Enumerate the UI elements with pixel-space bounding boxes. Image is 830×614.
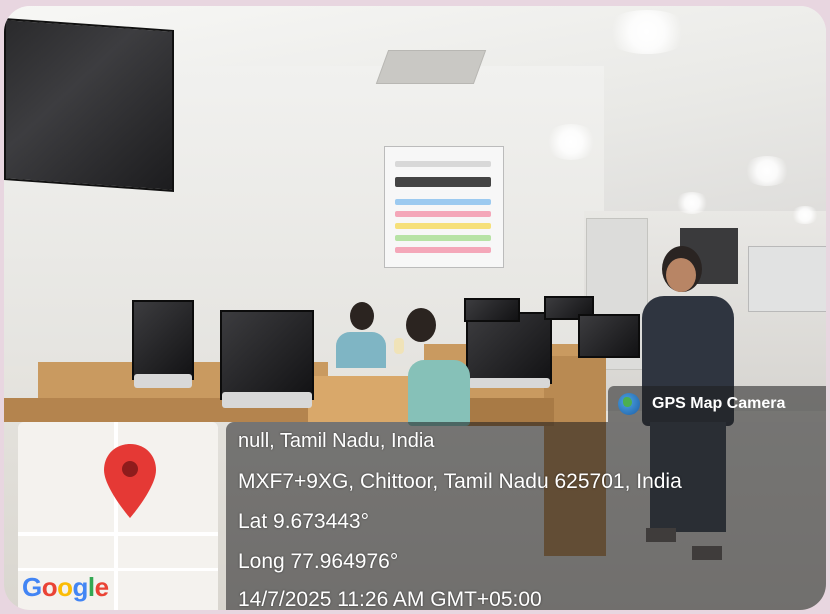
monitor-stand: [222, 392, 312, 408]
imac-monitor: [464, 298, 520, 322]
ceiling-light: [544, 124, 598, 160]
ceiling-light: [742, 156, 792, 186]
map-thumbnail[interactable]: Google: [18, 422, 218, 610]
student: [394, 308, 472, 426]
monitor-stand: [468, 378, 550, 388]
globe-icon: [618, 393, 640, 415]
ceiling-light: [674, 192, 710, 214]
address-line-1: null, Tamil Nadu, India: [238, 430, 435, 452]
ceiling-light: [602, 10, 692, 54]
longitude: Long 77.964976°: [238, 550, 399, 573]
imac-monitor: [466, 312, 552, 384]
location-pin-icon: [104, 444, 156, 518]
timestamp: 14/7/2025 11:26 AM GMT+05:00: [238, 588, 542, 610]
imac-monitor: [220, 310, 314, 400]
badge-label: GPS Map Camera: [652, 395, 786, 412]
address-line-2: MXF7+9XG, Chittoor, Tamil Nadu 625701, I…: [238, 470, 682, 493]
location-info-panel: null, Tamil Nadu, India MXF7+9XG, Chitto…: [226, 422, 826, 610]
student: [334, 302, 386, 368]
imac-monitor: [132, 300, 194, 380]
latitude: Lat 9.673443°: [238, 510, 370, 533]
photo-frame: GPS Map Camera Google null, Tamil Nadu, …: [4, 6, 826, 610]
whiteboard: [748, 246, 826, 312]
monitor-stand: [134, 374, 192, 388]
gps-map-camera-badge: GPS Map Camera: [608, 386, 826, 422]
ceiling-light: [790, 206, 820, 224]
wall-poster: [384, 146, 504, 268]
imac-monitor: [578, 314, 640, 358]
ceiling-vent: [375, 50, 487, 84]
google-logo: Google: [22, 572, 109, 602]
wall-tv: [4, 18, 174, 192]
